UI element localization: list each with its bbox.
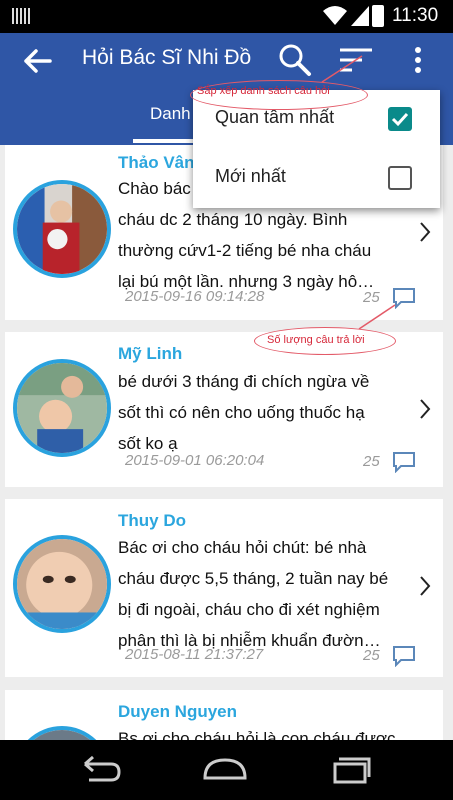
- back-arrow-icon[interactable]: [22, 47, 54, 75]
- search-icon[interactable]: [278, 43, 312, 77]
- answer-count: 25: [363, 453, 380, 470]
- answer-count-annotation: Số lượng câu trả lời: [254, 327, 396, 355]
- tab-list[interactable]: Danh: [150, 104, 191, 124]
- back-icon[interactable]: [75, 754, 125, 786]
- annotation-pointer: [321, 55, 363, 83]
- question-text: bé dưới 3 tháng đi chích ngừa về sốt thì…: [118, 372, 370, 453]
- check-icon: [391, 112, 409, 127]
- comment-icon: [393, 452, 415, 473]
- question-timestamp: 2015-09-01 06:20:04: [125, 452, 265, 469]
- more-options-icon[interactable]: [408, 45, 428, 75]
- comment-icon: [393, 646, 415, 667]
- battery-icon: [372, 5, 384, 27]
- question-list[interactable]: Thảo Vân Chào bác cháu dc 2 tháng 10 ngà…: [0, 145, 453, 740]
- system-nav-bar: [0, 740, 453, 800]
- checkbox-unchecked[interactable]: [388, 166, 412, 190]
- notification-icon: [12, 8, 30, 24]
- question-timestamp: 2015-09-16 09:14:28: [125, 288, 265, 305]
- signal-icon: [351, 6, 369, 26]
- chevron-right-icon[interactable]: [418, 398, 432, 420]
- question-author: Thuy Do: [118, 511, 186, 530]
- chevron-right-icon[interactable]: [418, 221, 432, 243]
- avatar: [13, 180, 111, 278]
- list-item[interactable]: Thuy Do Bác ơi cho cháu hỏi chút: bé nhà…: [5, 499, 443, 677]
- avatar: [13, 359, 111, 457]
- home-icon[interactable]: [200, 754, 250, 786]
- recent-apps-icon[interactable]: [325, 754, 375, 786]
- question-text: Bs ơi cho cháu hỏi là con cháu được: [118, 729, 396, 740]
- chevron-right-icon[interactable]: [418, 575, 432, 597]
- question-author: Duyen Nguyen: [118, 702, 238, 721]
- status-bar: 11:30: [0, 0, 453, 33]
- annotation-pointer: [358, 304, 396, 330]
- checkbox-checked[interactable]: [388, 107, 412, 131]
- sort-annotation: Sắp xếp danh sách câu hỏi: [190, 80, 368, 110]
- list-item[interactable]: Duyen Nguyen Bs ơi cho cháu hỏi là con c…: [5, 690, 443, 740]
- sort-option-newest[interactable]: Mới nhất: [193, 149, 440, 208]
- answer-count: 25: [363, 647, 380, 664]
- question-timestamp: 2015-08-11 21:37:27: [125, 646, 264, 663]
- question-text: Bác ơi cho cháu hỏi chút: bé nhà cháu đư…: [118, 538, 389, 650]
- clock: 11:30: [392, 5, 439, 26]
- question-author: Thảo Vân: [118, 153, 195, 172]
- wifi-icon: [323, 6, 347, 25]
- list-item[interactable]: Mỹ Linh bé dưới 3 tháng đi chích ngừa về…: [5, 332, 443, 487]
- avatar: [13, 726, 111, 740]
- page-title: Hỏi Bác Sĩ Nhi Đồ: [82, 46, 252, 69]
- avatar: [13, 535, 111, 633]
- question-author: Mỹ Linh: [118, 344, 183, 363]
